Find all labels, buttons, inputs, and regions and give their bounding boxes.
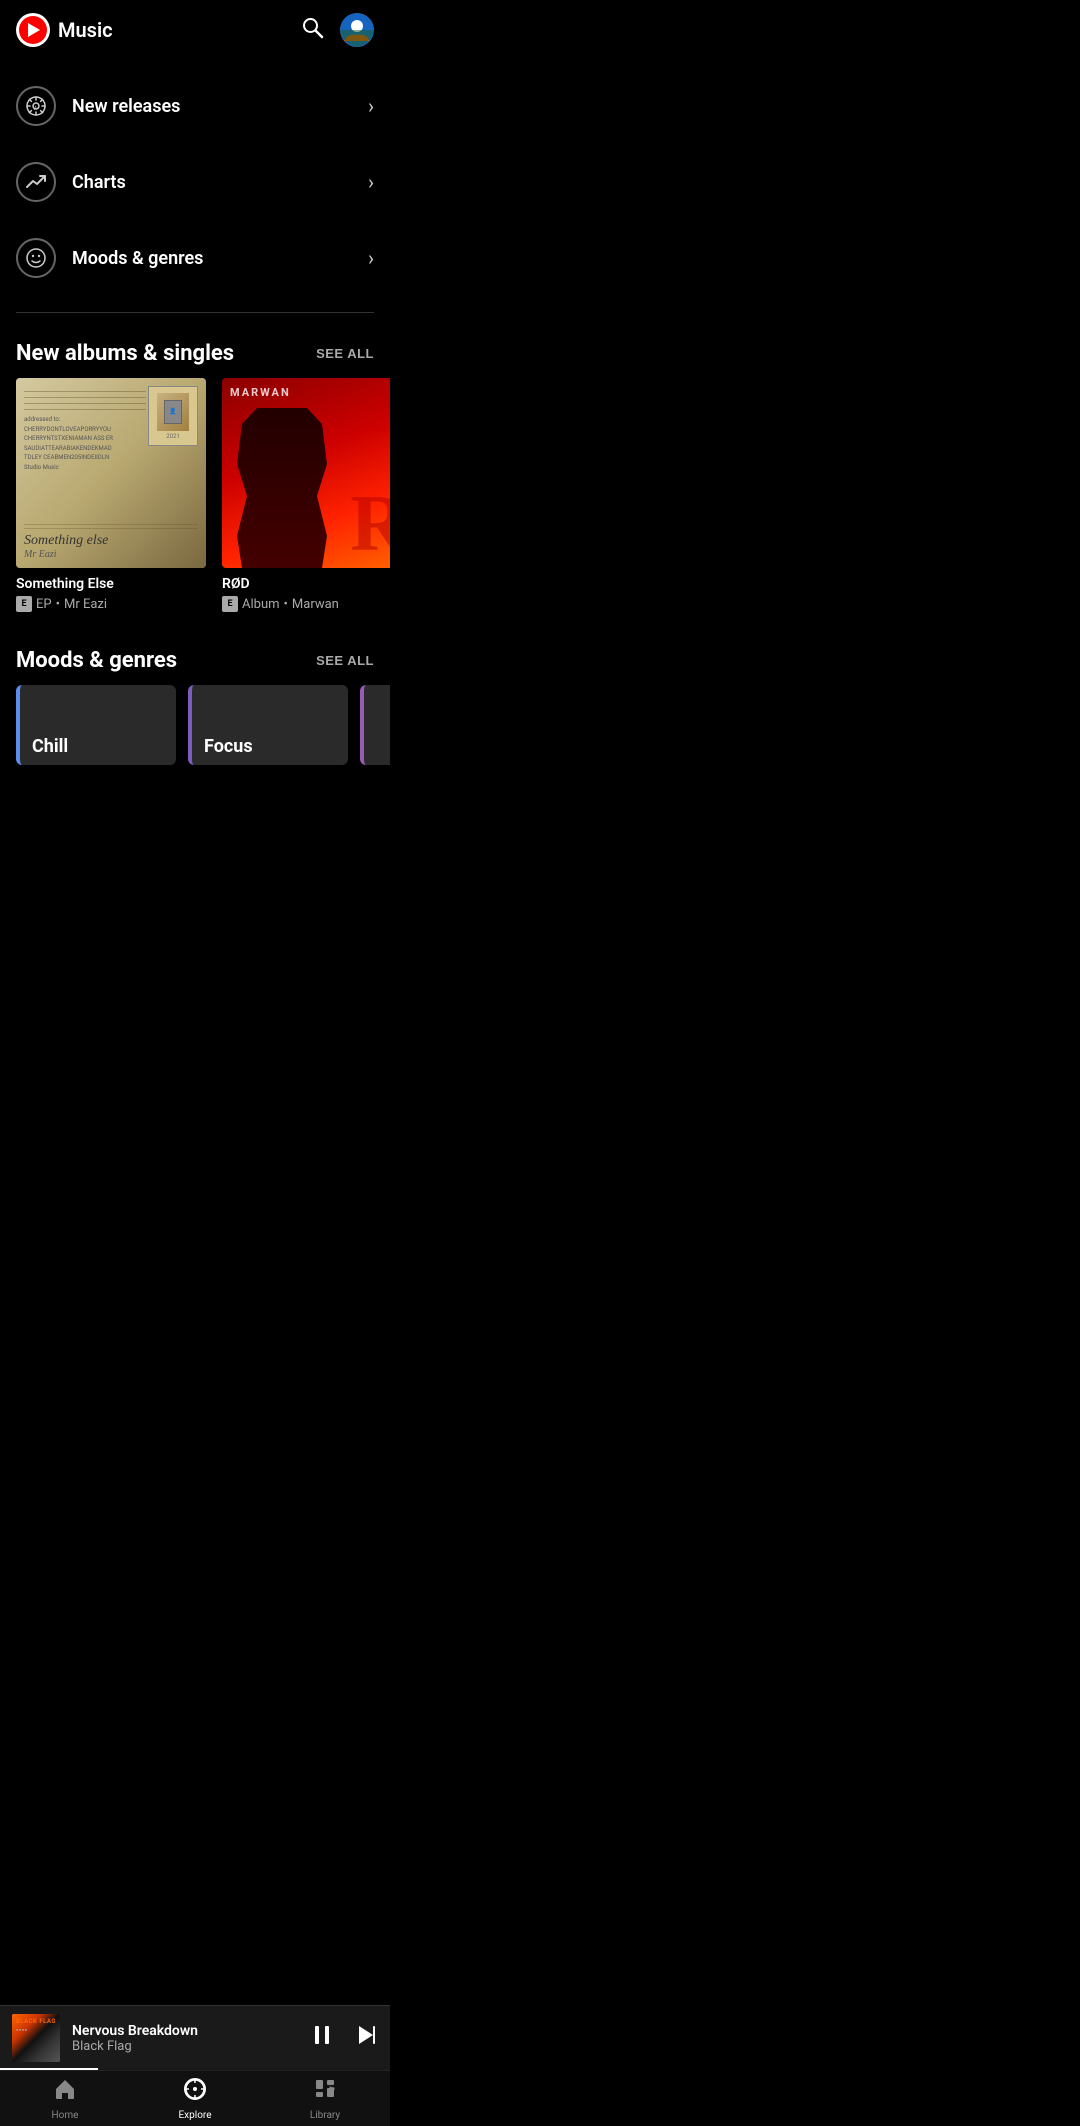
explicit-badge-something-else: E bbox=[16, 596, 32, 612]
now-playing-thumbnail: BLACK FLAG●●●● bbox=[12, 2014, 60, 2062]
album-card-rod[interactable]: MARWAN R RØD E Album • Marwan bbox=[222, 378, 390, 612]
album-meta-rod: E Album • Marwan bbox=[222, 596, 390, 612]
new-releases-label: New releases bbox=[72, 96, 368, 117]
compass-svg-icon bbox=[183, 2077, 207, 2101]
charts-chevron: › bbox=[368, 170, 374, 194]
moods-genres-header: Moods & genres SEE ALL bbox=[0, 628, 390, 685]
nav-item-new-releases[interactable]: ♪ New releases › bbox=[0, 68, 390, 144]
now-playing-info: Nervous Breakdown Black Flag bbox=[72, 2023, 310, 2054]
pause-button[interactable] bbox=[310, 2023, 334, 2053]
trending-up-icon bbox=[25, 171, 47, 193]
moods-genres-see-all-button[interactable]: SEE ALL bbox=[316, 653, 374, 668]
now-playing-art: BLACK FLAG●●●● bbox=[12, 2014, 60, 2062]
section-divider bbox=[16, 312, 374, 313]
rod-artist-label: MARWAN bbox=[230, 386, 291, 399]
tab-library[interactable]: Library bbox=[260, 2073, 390, 2125]
library-icon bbox=[313, 2077, 337, 2107]
new-albums-header: New albums & singles SEE ALL bbox=[0, 321, 390, 378]
now-playing-artist: Black Flag bbox=[72, 2039, 310, 2054]
charts-icon bbox=[16, 162, 56, 202]
explicit-badge-rod: E bbox=[222, 596, 238, 612]
gear-music-icon: ♪ bbox=[25, 95, 47, 117]
home-icon bbox=[53, 2077, 77, 2107]
album-thumb-something-else: addressed to: CHERRYDONTLOVEAPORRYYOU CH… bbox=[16, 378, 206, 568]
home-svg-icon bbox=[53, 2077, 77, 2101]
mood-sleep-label bbox=[364, 749, 388, 765]
pause-icon bbox=[310, 2023, 334, 2047]
new-releases-chevron: › bbox=[368, 94, 374, 118]
tab-library-label: Library bbox=[310, 2110, 340, 2121]
tab-explore-label: Explore bbox=[179, 2110, 212, 2121]
library-svg-icon bbox=[313, 2077, 337, 2101]
moods-genres-title: Moods & genres bbox=[16, 648, 177, 673]
rod-art: MARWAN R bbox=[222, 378, 390, 568]
charts-label: Charts bbox=[72, 172, 368, 193]
album-type-something-else: EP bbox=[36, 597, 52, 612]
nav-list: ♪ New releases › Charts › bbox=[0, 60, 390, 304]
now-playing-bar[interactable]: BLACK FLAG●●●● Nervous Breakdown Black F… bbox=[0, 2005, 390, 2070]
tab-home[interactable]: Home bbox=[0, 2073, 130, 2125]
album-artist-something-else: Mr Eazi bbox=[64, 597, 107, 612]
skip-next-icon bbox=[354, 2023, 378, 2047]
album-card-something-else[interactable]: addressed to: CHERRYDONTLOVEAPORRYYOU CH… bbox=[16, 378, 206, 612]
album-artist-rod: Marwan bbox=[292, 597, 339, 612]
skip-next-button[interactable] bbox=[354, 2023, 378, 2053]
svg-text:♪: ♪ bbox=[33, 103, 37, 112]
new-albums-title: New albums & singles bbox=[16, 341, 234, 366]
moods-genres-chevron: › bbox=[368, 246, 374, 270]
mood-focus-label: Focus bbox=[192, 728, 265, 765]
bottom-navigation: Home Explore bbox=[0, 2070, 390, 2126]
album-name-rod: RØD bbox=[222, 576, 390, 592]
new-albums-see-all-button[interactable]: SEE ALL bbox=[316, 346, 374, 361]
play-triangle-icon bbox=[28, 23, 40, 37]
smiley-icon bbox=[25, 247, 47, 269]
albums-scroll-container: addressed to: CHERRYDONTLOVEAPORRYYOU CH… bbox=[0, 378, 390, 628]
mood-card-focus[interactable]: Focus bbox=[188, 685, 348, 765]
moods-genres-label: Moods & genres bbox=[72, 248, 368, 269]
tab-explore[interactable]: Explore bbox=[130, 2073, 260, 2125]
app-header: Music bbox=[0, 0, 390, 60]
album-name-something-else: Something Else bbox=[16, 576, 206, 592]
mood-chill-label: Chill bbox=[20, 728, 80, 765]
search-icon bbox=[300, 15, 324, 39]
mood-card-sleep[interactable] bbox=[360, 685, 390, 765]
album-type-rod: Album bbox=[242, 597, 280, 612]
moods-scroll-container: Chill Focus bbox=[0, 685, 390, 781]
user-avatar[interactable] bbox=[340, 13, 374, 47]
album-meta-something-else: E EP • Mr Eazi bbox=[16, 596, 206, 612]
moods-icon bbox=[16, 238, 56, 278]
now-playing-title: Nervous Breakdown bbox=[72, 2023, 310, 2039]
avatar-image bbox=[340, 13, 374, 47]
mood-card-chill[interactable]: Chill bbox=[16, 685, 176, 765]
logo-circle bbox=[19, 16, 47, 44]
now-playing-controls bbox=[310, 2023, 378, 2053]
tab-home-label: Home bbox=[52, 2110, 79, 2121]
header-actions bbox=[300, 13, 374, 47]
header-logo-group: Music bbox=[16, 13, 113, 47]
youtube-music-logo bbox=[16, 13, 50, 47]
explore-icon bbox=[183, 2077, 207, 2107]
nav-item-charts[interactable]: Charts › bbox=[0, 144, 390, 220]
app-title: Music bbox=[58, 18, 113, 42]
new-releases-icon: ♪ bbox=[16, 86, 56, 126]
main-content: ♪ New releases › Charts › bbox=[0, 60, 390, 901]
nav-item-moods-genres[interactable]: Moods & genres › bbox=[0, 220, 390, 296]
postcard-art: addressed to: CHERRYDONTLOVEAPORRYYOU CH… bbox=[16, 378, 206, 568]
search-button[interactable] bbox=[300, 15, 324, 45]
album-thumb-rod: MARWAN R bbox=[222, 378, 390, 568]
